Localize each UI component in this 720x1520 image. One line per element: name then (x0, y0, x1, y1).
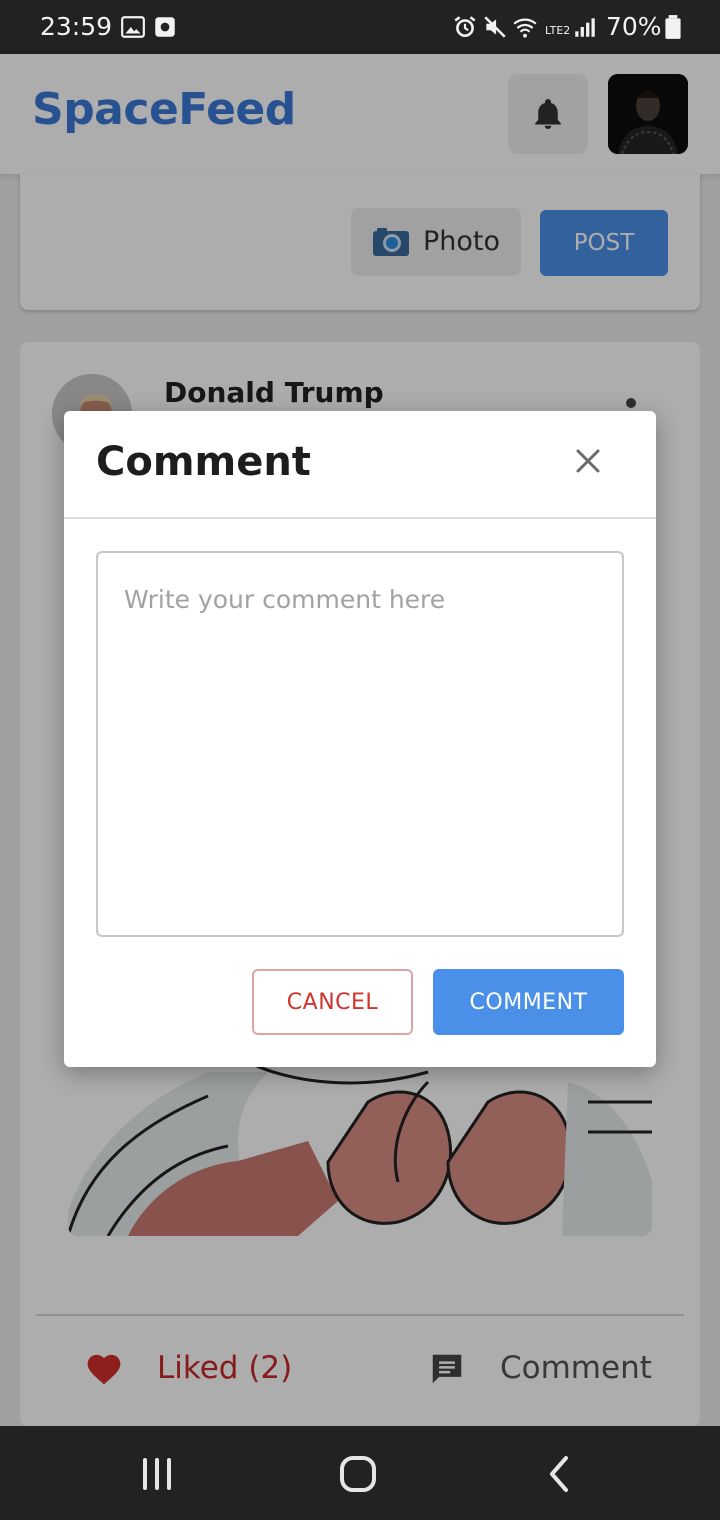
battery-icon (665, 15, 681, 39)
dialog-divider (64, 517, 656, 519)
close-icon[interactable] (568, 441, 608, 481)
cancel-button[interactable]: CANCEL (252, 969, 413, 1035)
system-nav-bar (0, 1426, 720, 1520)
home-icon[interactable] (334, 1450, 382, 1498)
recent-apps-icon[interactable] (133, 1450, 181, 1498)
dialog-title: Comment (96, 439, 311, 485)
status-time: 23:59 (40, 12, 113, 41)
mute-icon (484, 16, 506, 38)
wifi-icon (513, 18, 537, 38)
status-bar: 23:59 LTE2 70% (0, 0, 720, 54)
alarm-icon (454, 16, 476, 37)
signal-icon (575, 18, 595, 37)
comment-input[interactable] (96, 551, 624, 937)
network-label: LTE2 (545, 24, 571, 37)
screenshot-icon (155, 17, 175, 37)
submit-comment-button[interactable]: COMMENT (433, 969, 624, 1035)
back-icon[interactable] (536, 1450, 584, 1498)
battery-percent: 70% (606, 12, 662, 41)
image-icon (121, 16, 145, 38)
comment-dialog: Comment CANCEL COMMENT (64, 411, 656, 1067)
